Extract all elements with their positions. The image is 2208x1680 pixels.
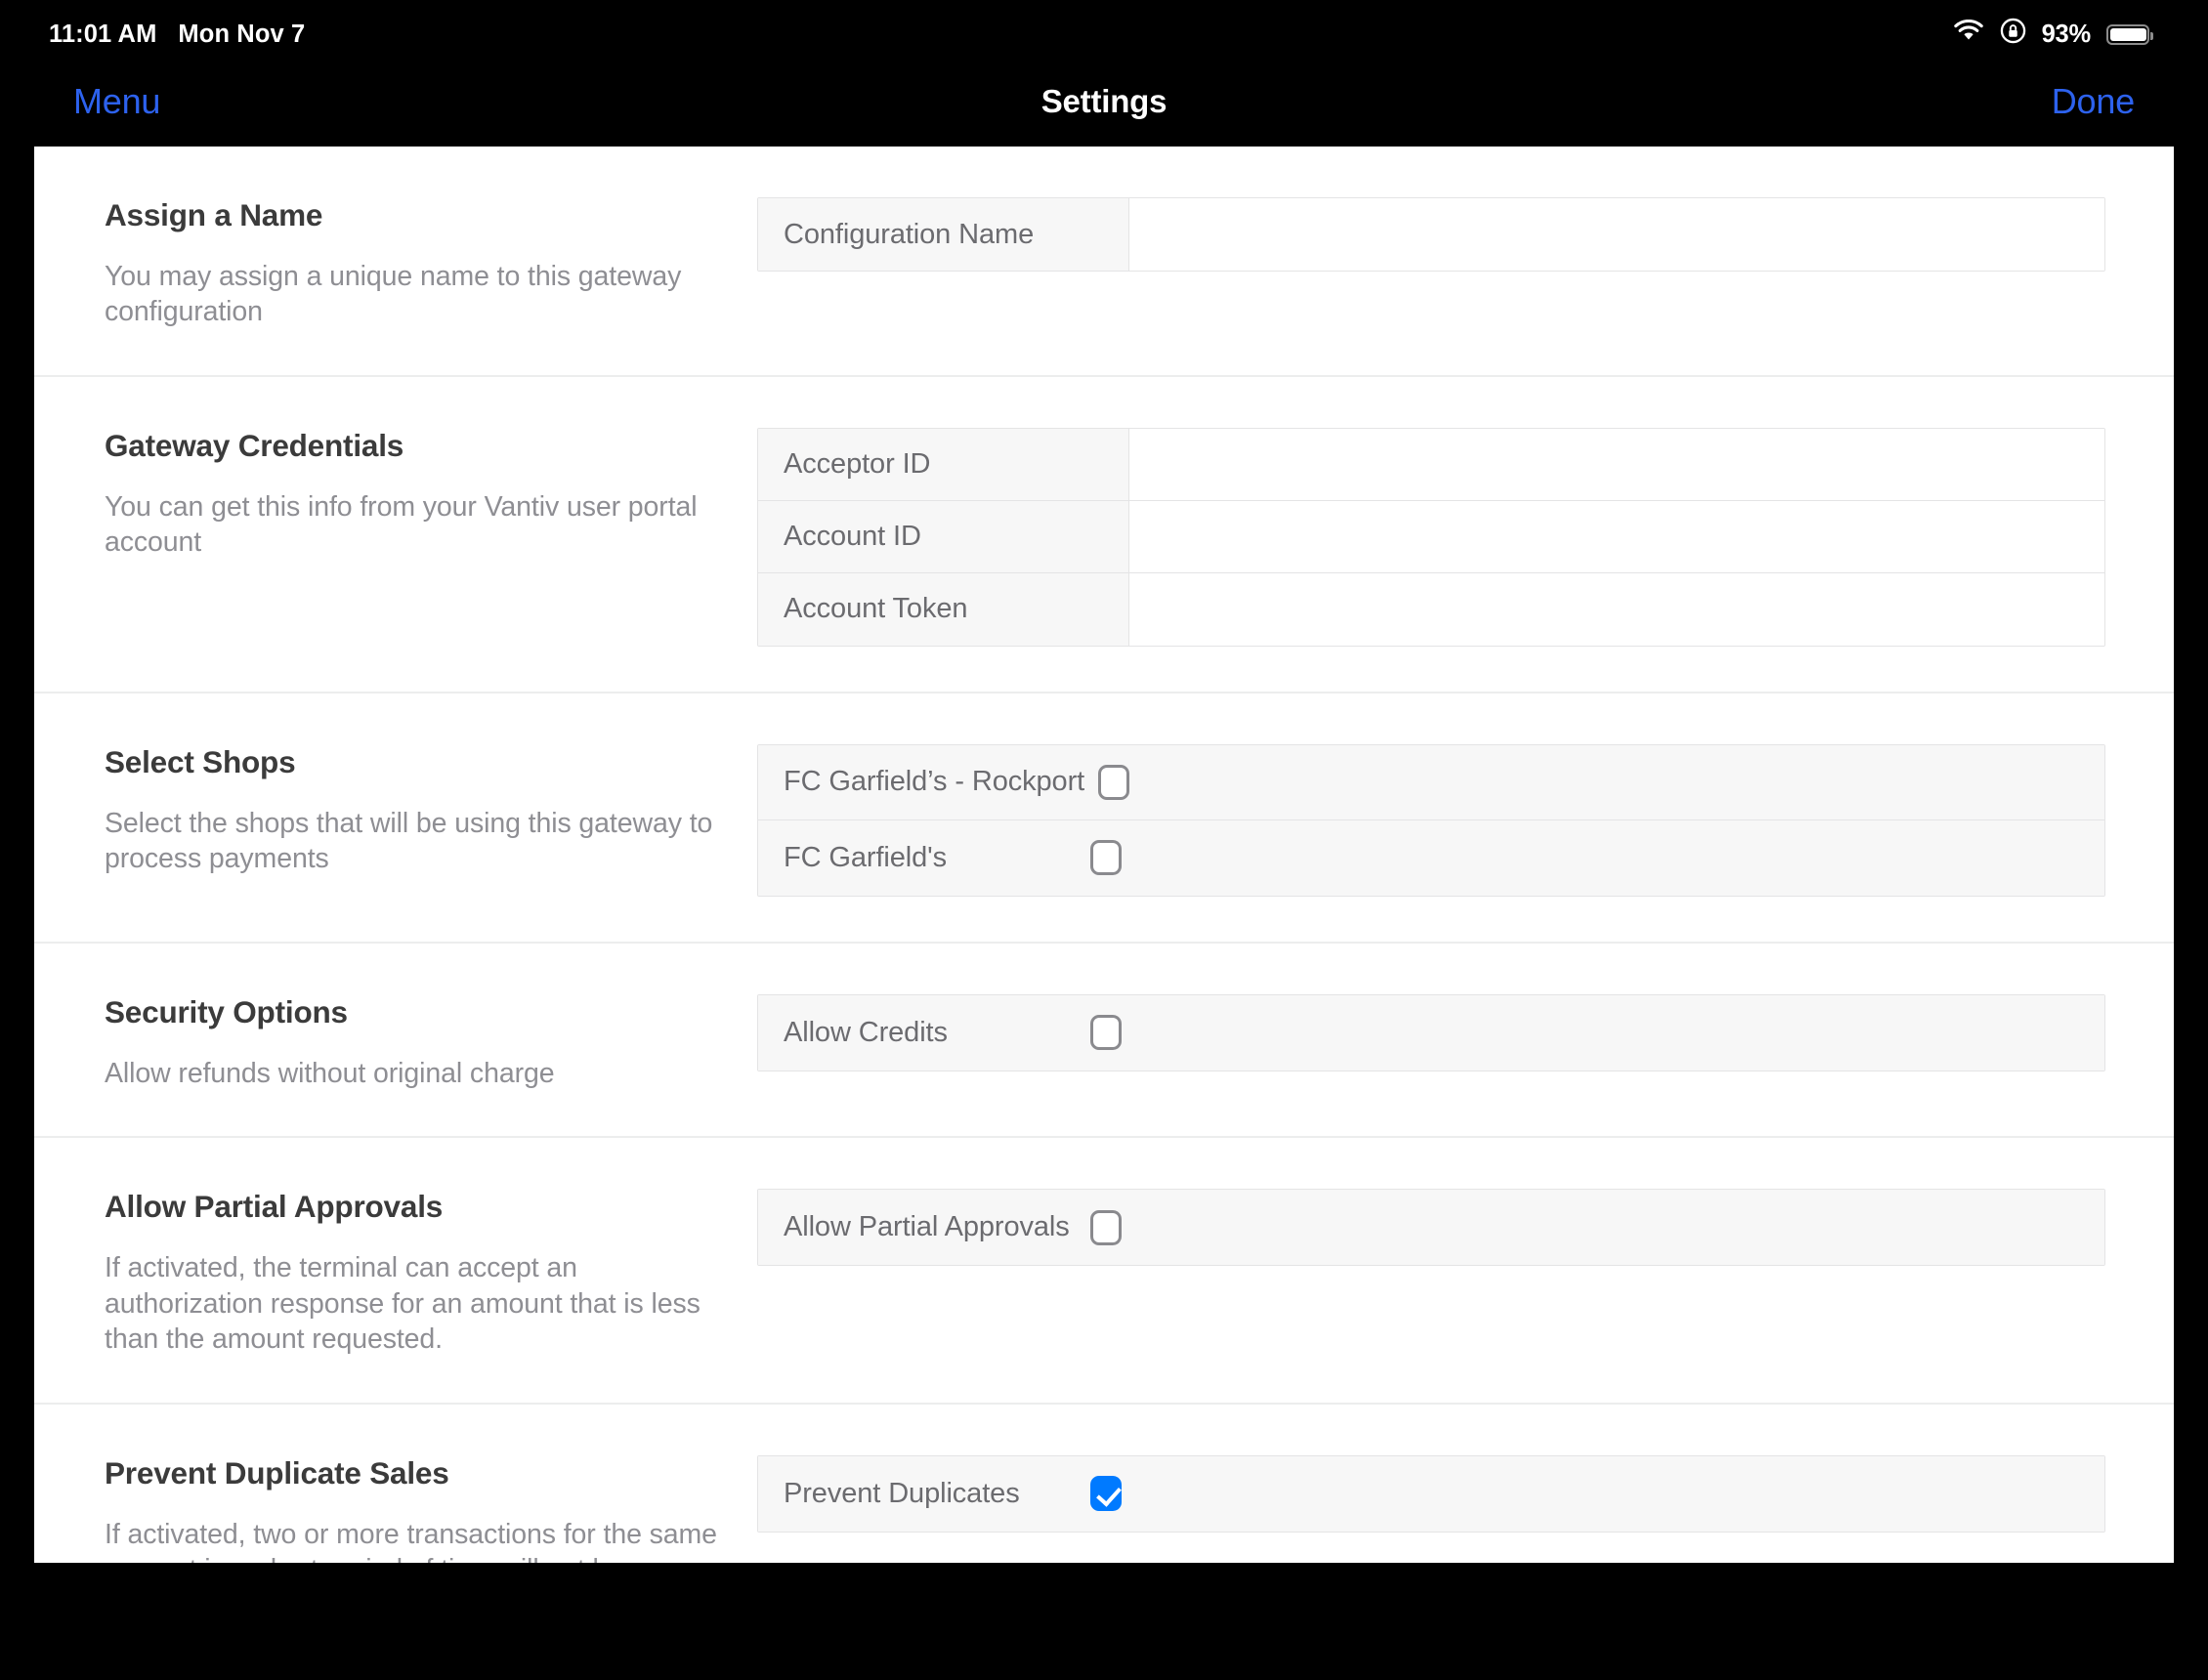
input-account-token[interactable] <box>1129 572 2104 646</box>
section-description: Allow refunds without original charge <box>105 1057 555 1089</box>
section-description-block: Prevent Duplicate Sales If activated, two… <box>34 1455 757 1563</box>
settings-section-gateway-credentials: Gateway Credentials You can get this info… <box>34 377 2174 693</box>
section-controls: Prevent Duplicates <box>757 1454 2174 1563</box>
checkbox-label: Allow Partial Approvals <box>784 1211 1070 1243</box>
field-table: Configuration Name <box>757 197 2105 272</box>
checkbox-table: Allow Credits <box>757 993 2105 1071</box>
section-controls: Acceptor ID Account ID Account Token <box>757 427 2174 647</box>
field-row: Account ID <box>758 500 2104 573</box>
done-button[interactable]: Done <box>2052 81 2135 122</box>
settings-section-allow-partial-approvals: Allow Partial Approvals If activated, the… <box>34 1138 2174 1405</box>
section-title: Select Shops <box>105 743 296 779</box>
field-row: Configuration Name <box>758 198 2104 271</box>
checkbox-row[interactable]: Allow Partial Approvals <box>758 1190 2104 1266</box>
status-bar-time: 11:01 AM <box>49 20 157 48</box>
field-row: Account Token <box>758 572 2104 646</box>
section-controls: Allow Credits <box>757 993 2174 1091</box>
checkbox-row[interactable]: Prevent Duplicates <box>758 1455 2104 1532</box>
section-description-block: Assign a Name You may assign a unique nam… <box>34 197 757 330</box>
section-title: Prevent Duplicate Sales <box>105 1454 449 1491</box>
field-table: Acceptor ID Account ID Account Token <box>757 427 2105 647</box>
status-bar-left: 11:01 AM Mon Nov 7 <box>49 21 305 49</box>
input-configuration-name[interactable] <box>1129 198 2104 271</box>
field-label: Acceptor ID <box>758 428 1129 500</box>
checkbox-unchecked-icon[interactable] <box>1090 840 1122 876</box>
battery-fill <box>2110 27 2147 41</box>
section-description: Select the shops that will be using this… <box>105 807 713 875</box>
checkbox-unchecked-icon[interactable] <box>1098 764 1130 800</box>
section-description-block: Select Shops Select the shops that will b… <box>34 744 757 897</box>
field-label: Configuration Name <box>758 198 1129 271</box>
page-title: Settings <box>1040 83 1168 119</box>
status-bar-date: Mon Nov 7 <box>178 20 306 48</box>
section-description: If activated, the terminal can accept an… <box>105 1252 701 1356</box>
field-label: Account Token <box>758 572 1129 646</box>
battery-icon <box>2106 23 2153 45</box>
status-bar-right: 93% <box>1953 18 2153 51</box>
settings-scroll-area[interactable]: Assign a Name You may assign a unique nam… <box>34 147 2174 1563</box>
section-description-block: Allow Partial Approvals If activated, the… <box>34 1189 757 1357</box>
section-title: Assign a Name <box>105 197 323 232</box>
checkbox-table: FC Garfield’s - Rockport FC Garfield's <box>757 743 2105 897</box>
checkbox-row[interactable]: Allow Credits <box>758 994 2104 1071</box>
battery-percentage: 93% <box>2041 20 2092 48</box>
settings-section-assign-a-name: Assign a Name You may assign a unique nam… <box>34 147 2174 377</box>
checkbox-label: FC Garfield's <box>784 841 947 873</box>
settings-section-prevent-duplicate-sales: Prevent Duplicate Sales If activated, two… <box>34 1405 2174 1563</box>
ipad-device-frame: 11:01 AM Mon Nov 7 93% Menu Settings Don… <box>0 0 2208 1680</box>
checkbox-row[interactable]: FC Garfield's <box>758 819 2104 896</box>
settings-section-security-options: Security Options Allow refunds without or… <box>34 944 2174 1139</box>
checkbox-unchecked-icon[interactable] <box>1090 1209 1122 1245</box>
field-label: Account ID <box>758 500 1129 572</box>
input-account-id[interactable] <box>1129 500 2104 572</box>
navigation-bar: Menu Settings Done <box>34 57 2174 147</box>
section-description: If activated, two or more transactions f… <box>105 1518 717 1563</box>
section-description-block: Gateway Credentials You can get this info… <box>34 428 757 647</box>
section-controls: Configuration Name <box>757 197 2174 330</box>
rotation-lock-icon <box>2000 18 2026 51</box>
checkbox-table: Allow Partial Approvals <box>757 1189 2105 1267</box>
checkbox-checked-icon[interactable] <box>1090 1476 1122 1512</box>
section-controls: Allow Partial Approvals <box>757 1189 2174 1357</box>
checkbox-label: Allow Credits <box>784 1016 948 1048</box>
status-bar: 11:01 AM Mon Nov 7 93% <box>34 12 2174 57</box>
section-controls: FC Garfield’s - Rockport FC Garfield's <box>757 743 2174 897</box>
checkbox-unchecked-icon[interactable] <box>1090 1015 1122 1051</box>
checkbox-row[interactable]: FC Garfield’s - Rockport <box>758 744 2104 820</box>
checkbox-label: Prevent Duplicates <box>784 1477 1020 1509</box>
wifi-icon <box>1953 19 1984 50</box>
input-acceptor-id[interactable] <box>1129 428 2104 500</box>
section-description: You can get this info from your Vantiv u… <box>105 490 698 559</box>
section-description-block: Security Options Allow refunds without or… <box>34 994 757 1091</box>
section-title: Security Options <box>105 993 348 1029</box>
section-description: You may assign a unique name to this gat… <box>105 261 682 328</box>
settings-section-select-shops: Select Shops Select the shops that will b… <box>34 693 2174 944</box>
checkbox-label: FC Garfield’s - Rockport <box>784 766 1085 798</box>
section-title: Allow Partial Approvals <box>105 1189 444 1225</box>
field-row: Acceptor ID <box>758 428 2104 501</box>
menu-button[interactable]: Menu <box>73 81 160 122</box>
section-title: Gateway Credentials <box>105 427 404 463</box>
checkbox-table: Prevent Duplicates <box>757 1454 2105 1533</box>
